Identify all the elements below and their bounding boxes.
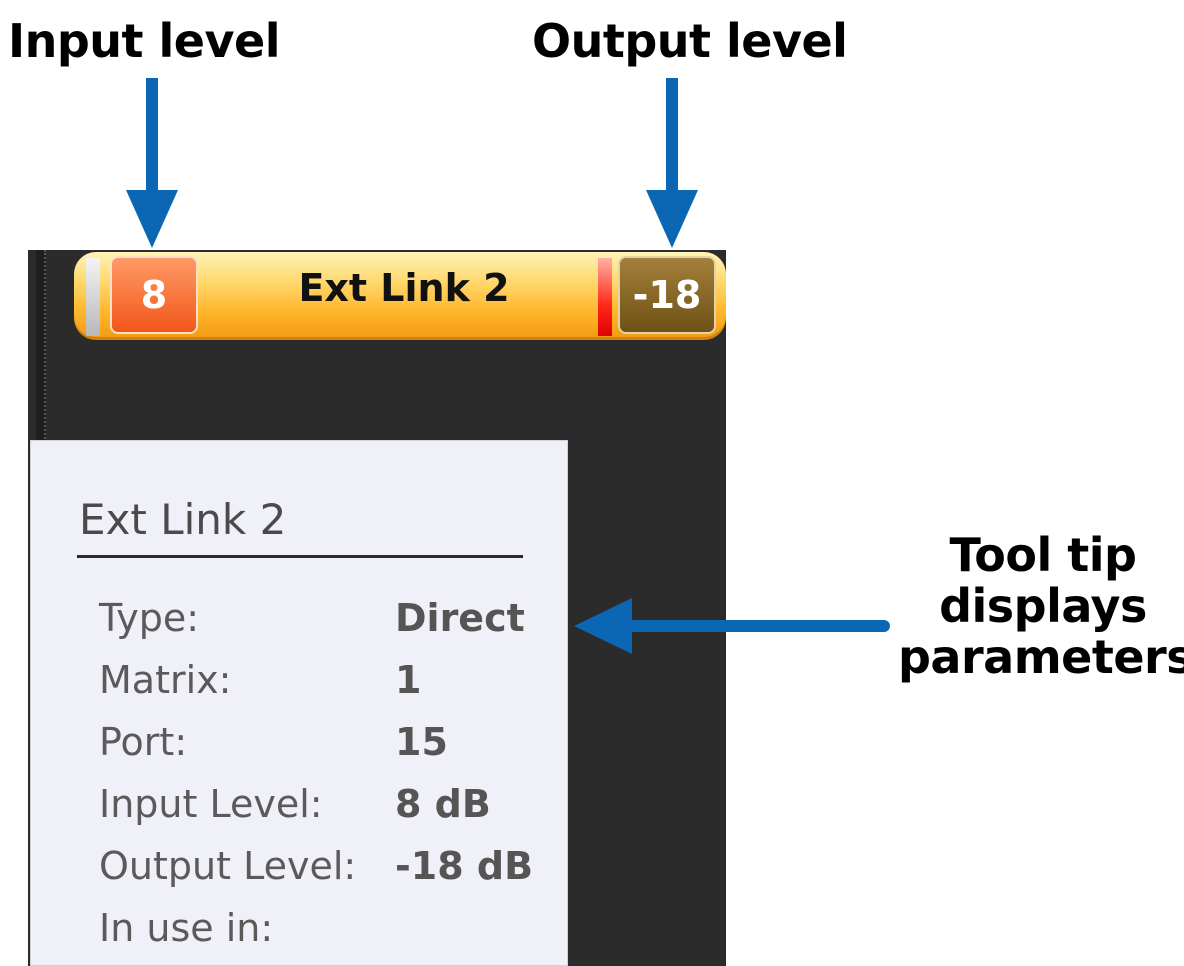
input-meter-bar <box>86 258 100 336</box>
tooltip-parameter-list: Type: Direct Matrix: 1 Port: 15 Input Le… <box>99 587 559 959</box>
tooltip-value: 8 dB <box>395 782 491 826</box>
input-level-badge[interactable]: 8 <box>110 256 198 334</box>
tooltip-value: 15 <box>395 720 448 764</box>
callout-tooltip-line: parameters <box>898 630 1184 684</box>
ext-link-node[interactable]: 8 Ext Link 2 -18 <box>74 252 726 340</box>
tooltip-key: Input Level: <box>99 782 323 826</box>
tooltip-value: 1 <box>395 658 422 702</box>
output-meter-bar <box>598 258 612 336</box>
callout-tooltip-line: displays <box>939 579 1147 633</box>
tooltip-value: Direct <box>395 596 525 640</box>
panel-left-edge <box>36 250 46 450</box>
callout-input-level: Input level <box>8 14 280 68</box>
annotated-screenshot: Input level Output level Tool tip displa… <box>0 0 1184 966</box>
tooltip-key: Type: <box>99 596 200 640</box>
arrow-down-output-icon <box>646 78 698 248</box>
tooltip-value: -18 dB <box>395 844 534 888</box>
tooltip-row: Port: 15 <box>99 711 559 773</box>
node-name-label: Ext Link 2 <box>298 266 510 310</box>
tooltip-key: Output Level: <box>99 844 357 888</box>
callout-tooltip-description: Tool tip displays parameters <box>898 530 1184 683</box>
tooltip-panel: Ext Link 2 Type: Direct Matrix: 1 Port: … <box>30 440 568 966</box>
tooltip-row: Output Level: -18 dB <box>99 835 559 897</box>
callout-output-level: Output level <box>532 14 848 68</box>
tooltip-key: Matrix: <box>99 658 232 702</box>
tooltip-key: Port: <box>99 720 188 764</box>
arrow-down-input-icon <box>126 78 178 248</box>
tooltip-key: In use in: <box>99 906 274 950</box>
tooltip-row: In use in: <box>99 897 559 959</box>
tooltip-row: Type: Direct <box>99 587 559 649</box>
tooltip-divider <box>77 555 523 558</box>
callout-tooltip-line: Tool tip <box>949 528 1137 582</box>
tooltip-row: Input Level: 8 dB <box>99 773 559 835</box>
tooltip-row: Matrix: 1 <box>99 649 559 711</box>
tooltip-title: Ext Link 2 <box>79 495 287 544</box>
output-level-badge[interactable]: -18 <box>618 256 716 334</box>
